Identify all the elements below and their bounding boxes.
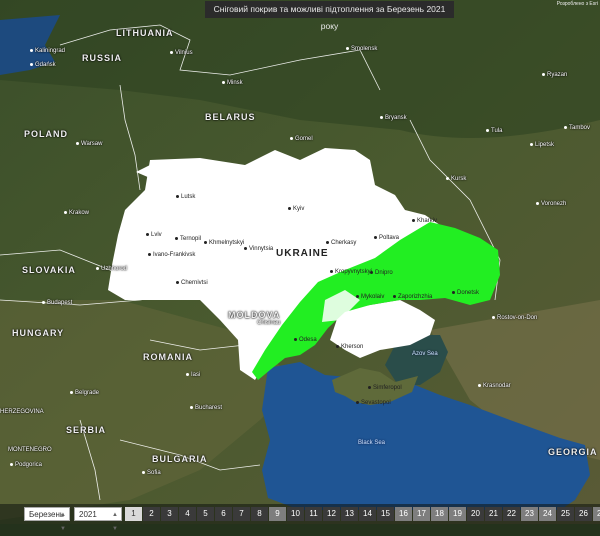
satellite-map[interactable] (0, 0, 600, 524)
city-chernivtsi: Chernivtsi (176, 280, 208, 286)
day-button-9[interactable]: 9 (269, 507, 286, 521)
city-rostov: Rostov-on-Don (492, 315, 537, 321)
city-kursk: Kursk (446, 176, 466, 182)
city-lviv: Lviv (146, 232, 162, 238)
time-slider-bar: Березень ▲ ▼ 2021 ▲ ▼ 1 2 3 4 5 6 7 8 9 10 11 12 13 14 1… (0, 504, 600, 532)
day-button-15[interactable]: 15 (377, 507, 394, 521)
city-budapest: Budapest (42, 300, 72, 306)
city-vinnytsia: Vinnytsia (244, 246, 273, 252)
city-krasnodar: Krasnodar (478, 383, 511, 389)
label-herzegovina: HERZEGOVINA (0, 409, 44, 415)
day-button-1[interactable]: 1 (125, 507, 142, 521)
label-azov-sea: Azov Sea (412, 351, 438, 357)
city-mykolaiv: Mykolaiv (356, 294, 384, 300)
day-button-24[interactable]: 24 (539, 507, 556, 521)
city-kherson: Kherson (336, 344, 363, 350)
city-odesa: Odesa (294, 337, 317, 343)
city-krakow: Krakow (64, 210, 89, 216)
city-podgorica: Podgorica (10, 462, 42, 468)
city-zaporizhzhia: Zaporizhzhia (393, 294, 432, 300)
city-minsk: Minsk (222, 80, 243, 86)
city-bryansk: Bryansk (380, 115, 407, 121)
day-button-18[interactable]: 18 (431, 507, 448, 521)
label-russia: RUSSIA (82, 53, 123, 63)
city-poltava: Poltava (374, 235, 399, 241)
label-moldova: MOLDOVA (228, 310, 281, 320)
city-smolensk: Smolensk (346, 46, 377, 52)
day-button-27[interactable]: 27 (593, 507, 600, 521)
label-belarus: BELARUS (205, 112, 256, 122)
day-button-20[interactable]: 20 (467, 507, 484, 521)
city-kropyvnytskyi: Kropyvnytskyi (330, 269, 372, 275)
city-simferopol: Simferopol (368, 385, 402, 391)
city-tula: Tula (486, 128, 502, 134)
day-button-3[interactable]: 3 (161, 507, 178, 521)
day-button-13[interactable]: 13 (341, 507, 358, 521)
city-kaliningrad: Kaliningrad (30, 48, 65, 54)
day-button-5[interactable]: 5 (197, 507, 214, 521)
day-button-11[interactable]: 11 (305, 507, 322, 521)
day-button-4[interactable]: 4 (179, 507, 196, 521)
city-kharkiv: Kharkiv (412, 218, 437, 224)
day-button-8[interactable]: 8 (251, 507, 268, 521)
city-belgrade: Belgrade (70, 390, 99, 396)
label-poland: POLAND (24, 129, 68, 139)
city-ivano-frankivsk: Ivano-Frankivsk (148, 252, 195, 258)
day-button-10[interactable]: 10 (287, 507, 304, 521)
day-button-12[interactable]: 12 (323, 507, 340, 521)
label-serbia: SERBIA (66, 425, 107, 435)
city-lutsk: Lutsk (176, 194, 195, 200)
city-dnipro: Dnipro (370, 270, 393, 276)
label-georgia: GEORGIA (548, 447, 598, 457)
city-sofia: Sofia (142, 470, 161, 476)
day-button-14[interactable]: 14 (359, 507, 376, 521)
city-iasi: Iasi (186, 372, 200, 378)
day-button-25[interactable]: 25 (557, 507, 574, 521)
city-warsaw: Warsaw (76, 141, 102, 147)
city-voronezh: Voronezh (536, 201, 566, 207)
day-button-2[interactable]: 2 (143, 507, 160, 521)
attribution: Розроблено з Esri (556, 1, 598, 7)
city-ryazan: Ryazan (542, 72, 567, 78)
city-khmelnytskyi: Khmelnytskyi (204, 240, 244, 246)
label-romania: ROMANIA (143, 352, 193, 362)
day-button-26[interactable]: 26 (575, 507, 592, 521)
label-ukraine: UKRAINE (276, 248, 329, 259)
year-select[interactable]: 2021 ▲ ▼ (74, 507, 122, 532)
month-select[interactable]: Березень ▲ ▼ (24, 507, 70, 532)
label-slovakia: SLOVAKIA (22, 265, 76, 275)
city-kyiv: Kyiv (288, 206, 304, 212)
city-vilnius: Vilnius (170, 50, 193, 56)
day-button-19[interactable]: 19 (449, 507, 466, 521)
day-button-21[interactable]: 21 (485, 507, 502, 521)
sort-arrows-icon: ▲ ▼ (60, 512, 66, 532)
city-tambov: Tambov (564, 125, 590, 131)
city-uzhhorod: Uzhhorod (96, 266, 127, 272)
year-value: 2021 (79, 510, 97, 519)
day-button-17[interactable]: 17 (413, 507, 430, 521)
city-gomel: Gomel (290, 136, 313, 142)
label-bulgaria: BULGARIA (152, 454, 208, 464)
sort-arrows-icon: ▲ ▼ (112, 512, 118, 532)
city-gdansk: Gdańsk (30, 62, 56, 68)
city-donetsk: Donetsk (452, 290, 479, 296)
day-button-16[interactable]: 16 (395, 507, 412, 521)
label-montenegro: MONTENEGRO (8, 447, 52, 453)
day-buttons: 1 2 3 4 5 6 7 8 9 10 11 12 13 14 15 16 17 18 19 20 21 22 23 24 2… (124, 507, 600, 521)
city-chisinau: Chisinau (252, 320, 280, 326)
day-button-7[interactable]: 7 (233, 507, 250, 521)
month-value: Березень (29, 510, 65, 519)
label-black-sea: Black Sea (358, 440, 386, 446)
city-lipetsk: Lipetsk (530, 142, 554, 148)
label-hungary: HUNGARY (12, 328, 65, 338)
day-button-6[interactable]: 6 (215, 507, 232, 521)
city-sevastopol: Sevastopol (356, 400, 391, 406)
label-lithuania: LITHUANIA (116, 28, 174, 38)
city-bucharest: Bucharest (190, 405, 222, 411)
map-title: Сніговий покрив та можливі підтоплення з… (205, 1, 454, 31)
city-ternopil: Ternopil (175, 236, 201, 242)
day-button-22[interactable]: 22 (503, 507, 520, 521)
day-button-23[interactable]: 23 (521, 507, 538, 521)
city-cherkasy: Cherkasy (326, 240, 356, 246)
